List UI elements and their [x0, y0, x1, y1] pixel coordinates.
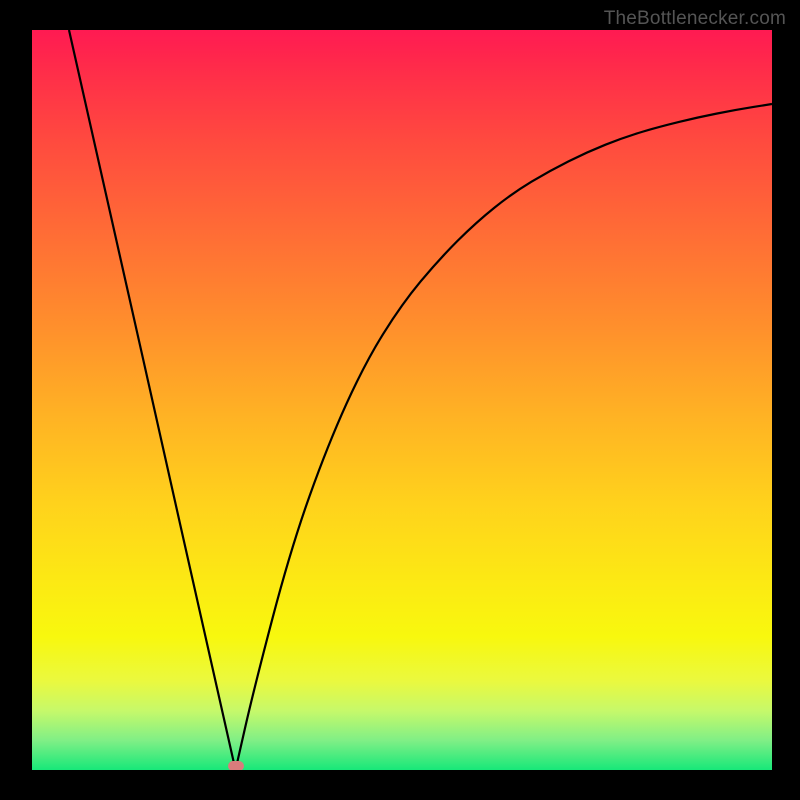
- bottleneck-curve: [32, 30, 772, 770]
- plot-area: [32, 30, 772, 770]
- curve-path: [69, 30, 772, 770]
- optimal-marker: [228, 761, 244, 770]
- chart-frame: TheBottlenecker.com: [0, 0, 800, 800]
- watermark-text: TheBottlenecker.com: [604, 8, 786, 30]
